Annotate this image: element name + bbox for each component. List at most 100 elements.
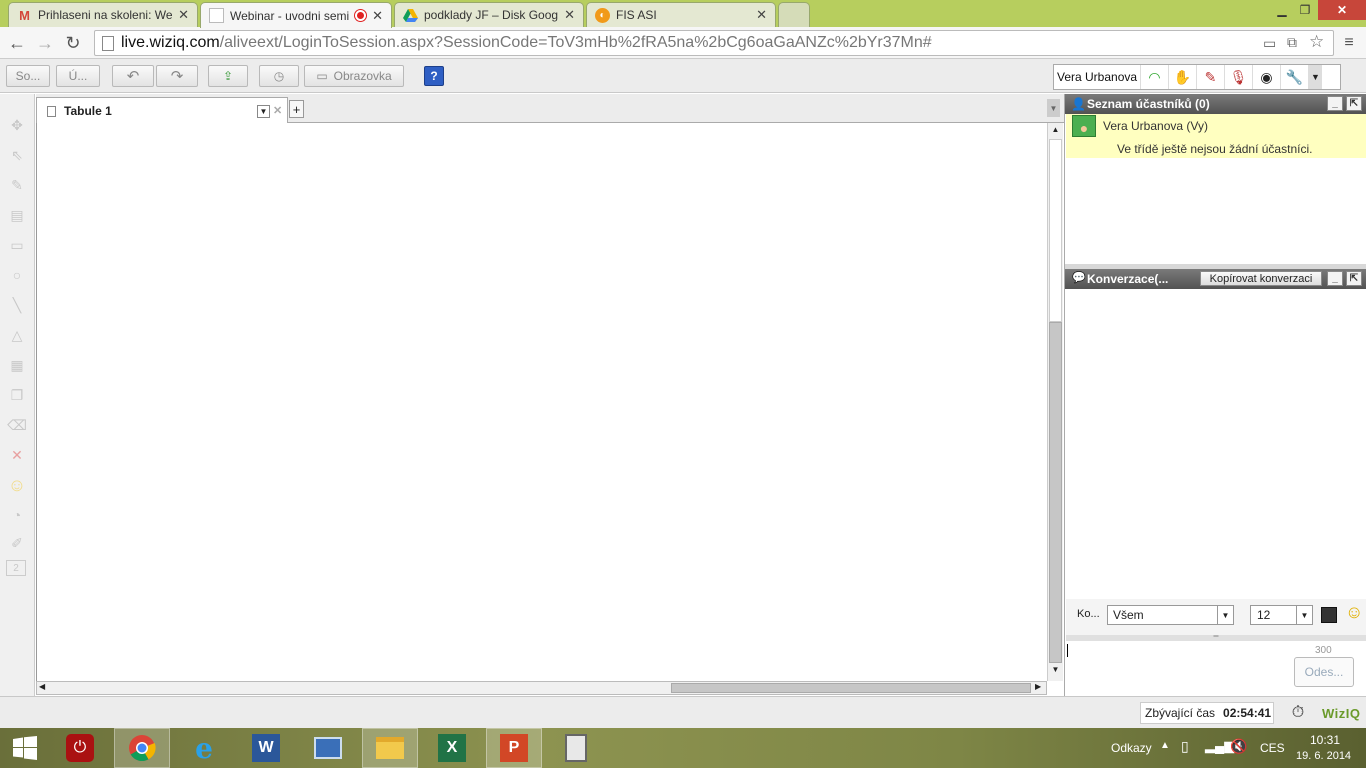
horizontal-scrollbar[interactable]: ◀ ▶ — [36, 681, 1047, 695]
powerpoint-icon[interactable]: P — [486, 728, 542, 768]
settings-wrench-icon[interactable]: 🔧 — [1280, 65, 1308, 89]
chat-input[interactable]: 300 Odes... — [1066, 641, 1366, 696]
move-tool-icon[interactable]: ✥ — [6, 114, 28, 136]
line-tool-icon[interactable]: ╲ — [6, 294, 28, 316]
close-icon[interactable]: ✕ — [564, 7, 575, 23]
add-tab-button[interactable]: + — [289, 100, 304, 118]
record-button[interactable]: ◷ — [259, 65, 299, 87]
raise-hand-icon[interactable]: ✋ — [1168, 65, 1196, 89]
tab-menu-icon[interactable]: ▼ — [257, 105, 270, 118]
copy-chat-button[interactable]: Kopírovat konverzaci — [1200, 271, 1322, 286]
tab-webinar[interactable]: Webinar - uvodni semi ✕ — [200, 2, 392, 28]
chat-title: Konverzace(... — [1087, 272, 1169, 286]
triangle-tool-icon[interactable]: △ — [6, 324, 28, 346]
chevron-down-icon[interactable]: ▼ — [1308, 65, 1322, 89]
scroll-left-icon[interactable]: ◀ — [39, 682, 45, 691]
emoticon-icon[interactable]: ☺ — [1345, 602, 1363, 623]
minimize-panel-button[interactable]: _ — [1327, 96, 1343, 111]
vertical-scrollbar[interactable]: ▲ ▼ — [1047, 123, 1063, 681]
url-field[interactable]: live.wiziq.com/aliveext/LoginToSession.a… — [94, 30, 1334, 56]
tab-tabule-1[interactable]: Tabule 1 ▼ ✕ — [36, 97, 288, 124]
battery-icon[interactable]: ▯ — [1181, 738, 1189, 755]
pencil-tool-icon[interactable]: ✎ — [6, 174, 28, 196]
select-tool-icon[interactable]: ⇖ — [6, 144, 28, 166]
reload-icon[interactable]: ↻ — [62, 32, 84, 54]
text-tool-icon[interactable]: ▤ — [6, 204, 28, 226]
shutdown-app-icon[interactable]: ⏻ — [52, 728, 108, 768]
send-button[interactable]: Odes... — [1294, 657, 1354, 687]
font-size-select[interactable]: 12 ▼ — [1250, 605, 1313, 625]
start-windows-icon[interactable] — [0, 728, 50, 768]
excel-icon[interactable]: X — [424, 728, 480, 768]
tabs-dropdown-icon[interactable]: ▼ — [1047, 99, 1060, 117]
scroll-up-icon[interactable]: ▲ — [1049, 125, 1062, 134]
internet-explorer-icon[interactable]: e — [176, 728, 232, 768]
cast-icon[interactable]: ▭ — [1263, 35, 1276, 52]
scroll-right-icon[interactable]: ▶ — [1035, 682, 1041, 691]
file-explorer-icon[interactable] — [362, 728, 418, 768]
text-color-picker[interactable] — [1321, 607, 1337, 623]
close-icon[interactable]: ✕ — [178, 7, 189, 23]
links-toolbar[interactable]: Odkazy — [1111, 741, 1152, 755]
forward-icon[interactable]: → — [34, 32, 56, 54]
pen-off-icon[interactable]: ✎ — [1196, 65, 1224, 89]
popout-icon[interactable]: ⇱ — [1346, 271, 1362, 286]
vertical-scroll-thumb[interactable] — [1049, 322, 1062, 663]
emoticon-tool-icon[interactable]: ☺ — [6, 474, 28, 496]
file-button[interactable]: So... — [6, 65, 50, 87]
vertical-scroll-track — [1049, 139, 1062, 322]
input-language[interactable]: CES — [1260, 741, 1285, 755]
undo-button[interactable]: ↶ — [112, 65, 154, 87]
popup-blocked-icon[interactable]: ⧉ — [1287, 34, 1297, 51]
minimize-panel-button[interactable]: _ — [1327, 271, 1343, 286]
extend-time-icon[interactable]: ⏱ — [1286, 702, 1310, 724]
popout-icon[interactable]: ⇱ — [1346, 96, 1362, 111]
chat-bubble-icon: 💬 — [1072, 272, 1086, 284]
minimize-icon[interactable]: ▁ — [1270, 0, 1294, 20]
rectangle-tool-icon[interactable]: ▭ — [6, 234, 28, 256]
chrome-icon[interactable] — [114, 728, 170, 768]
webcam-icon[interactable]: ◉ — [1252, 65, 1280, 89]
restore-icon[interactable]: ❐ — [1294, 0, 1316, 20]
tray-chevron-up-icon[interactable]: ▲ — [1160, 740, 1170, 751]
layers-tool-icon[interactable]: ❐ — [6, 384, 28, 406]
redo-button[interactable]: ↷ — [156, 65, 198, 87]
back-icon[interactable]: ← — [6, 32, 28, 54]
tab-gmail[interactable]: M Prihlaseni na skoleni: Web ✕ — [8, 2, 198, 27]
volume-muted-icon[interactable]: 🔇 — [1230, 738, 1247, 755]
horizontal-scroll-thumb[interactable] — [671, 683, 1031, 693]
edit-button[interactable]: Ú... — [56, 65, 100, 87]
upload-button[interactable]: ⇪ — [208, 65, 248, 87]
close-icon[interactable]: ✕ — [372, 8, 383, 24]
close-icon[interactable]: ✕ — [273, 104, 282, 117]
screen-share-label: Obrazovka — [333, 69, 392, 83]
calculator-icon[interactable] — [548, 728, 604, 768]
recipient-select[interactable]: Všem ▼ — [1107, 605, 1234, 625]
wiziq-logo: WizIQ — [1322, 706, 1361, 721]
clock-date[interactable]: 19. 6. 2014 — [1296, 750, 1351, 762]
clock-time[interactable]: 10:31 — [1310, 733, 1340, 747]
close-icon[interactable]: ✕ — [756, 7, 767, 23]
whiteboard-canvas[interactable] — [36, 123, 1047, 681]
tab-google-drive[interactable]: podklady JF – Disk Google ✕ — [394, 2, 584, 27]
drawing-tools: ✥ ⇖ ✎ ▤ ▭ ○ ╲ △ ▦ ❐ ⌫ ✕ ☺ ◔ ✐ 2 — [0, 94, 35, 696]
ellipse-tool-icon[interactable]: ○ — [6, 264, 28, 286]
chat-messages — [1066, 289, 1366, 599]
help-button[interactable]: ? — [424, 66, 444, 86]
delete-tool-icon[interactable]: ✕ — [6, 444, 28, 466]
fill-tool-icon[interactable]: ◔ — [6, 504, 28, 526]
tab-fis-asi[interactable]: ◐ FIS ASI ✕ — [586, 2, 776, 27]
remote-desktop-icon[interactable] — [300, 728, 356, 768]
scroll-down-icon[interactable]: ▼ — [1049, 665, 1062, 674]
menu-icon[interactable]: ≡ — [1338, 32, 1360, 54]
word-icon[interactable]: W — [238, 728, 294, 768]
table-tool-icon[interactable]: ▦ — [6, 354, 28, 376]
mic-off-icon[interactable]: 🎙 — [1224, 65, 1252, 89]
bookmark-star-icon[interactable]: ☆ — [1309, 32, 1324, 52]
screen-share-button[interactable]: ▭ Obrazovka — [304, 65, 404, 87]
address-bar-row: ← → ↻ live.wiziq.com/aliveext/LoginToSes… — [0, 27, 1366, 59]
eraser-tool-icon[interactable]: ⌫ — [6, 414, 28, 436]
new-tab-button[interactable] — [778, 2, 810, 27]
pen-color-icon[interactable]: ✐ — [6, 532, 28, 554]
close-window-icon[interactable]: ✕ — [1318, 0, 1366, 20]
